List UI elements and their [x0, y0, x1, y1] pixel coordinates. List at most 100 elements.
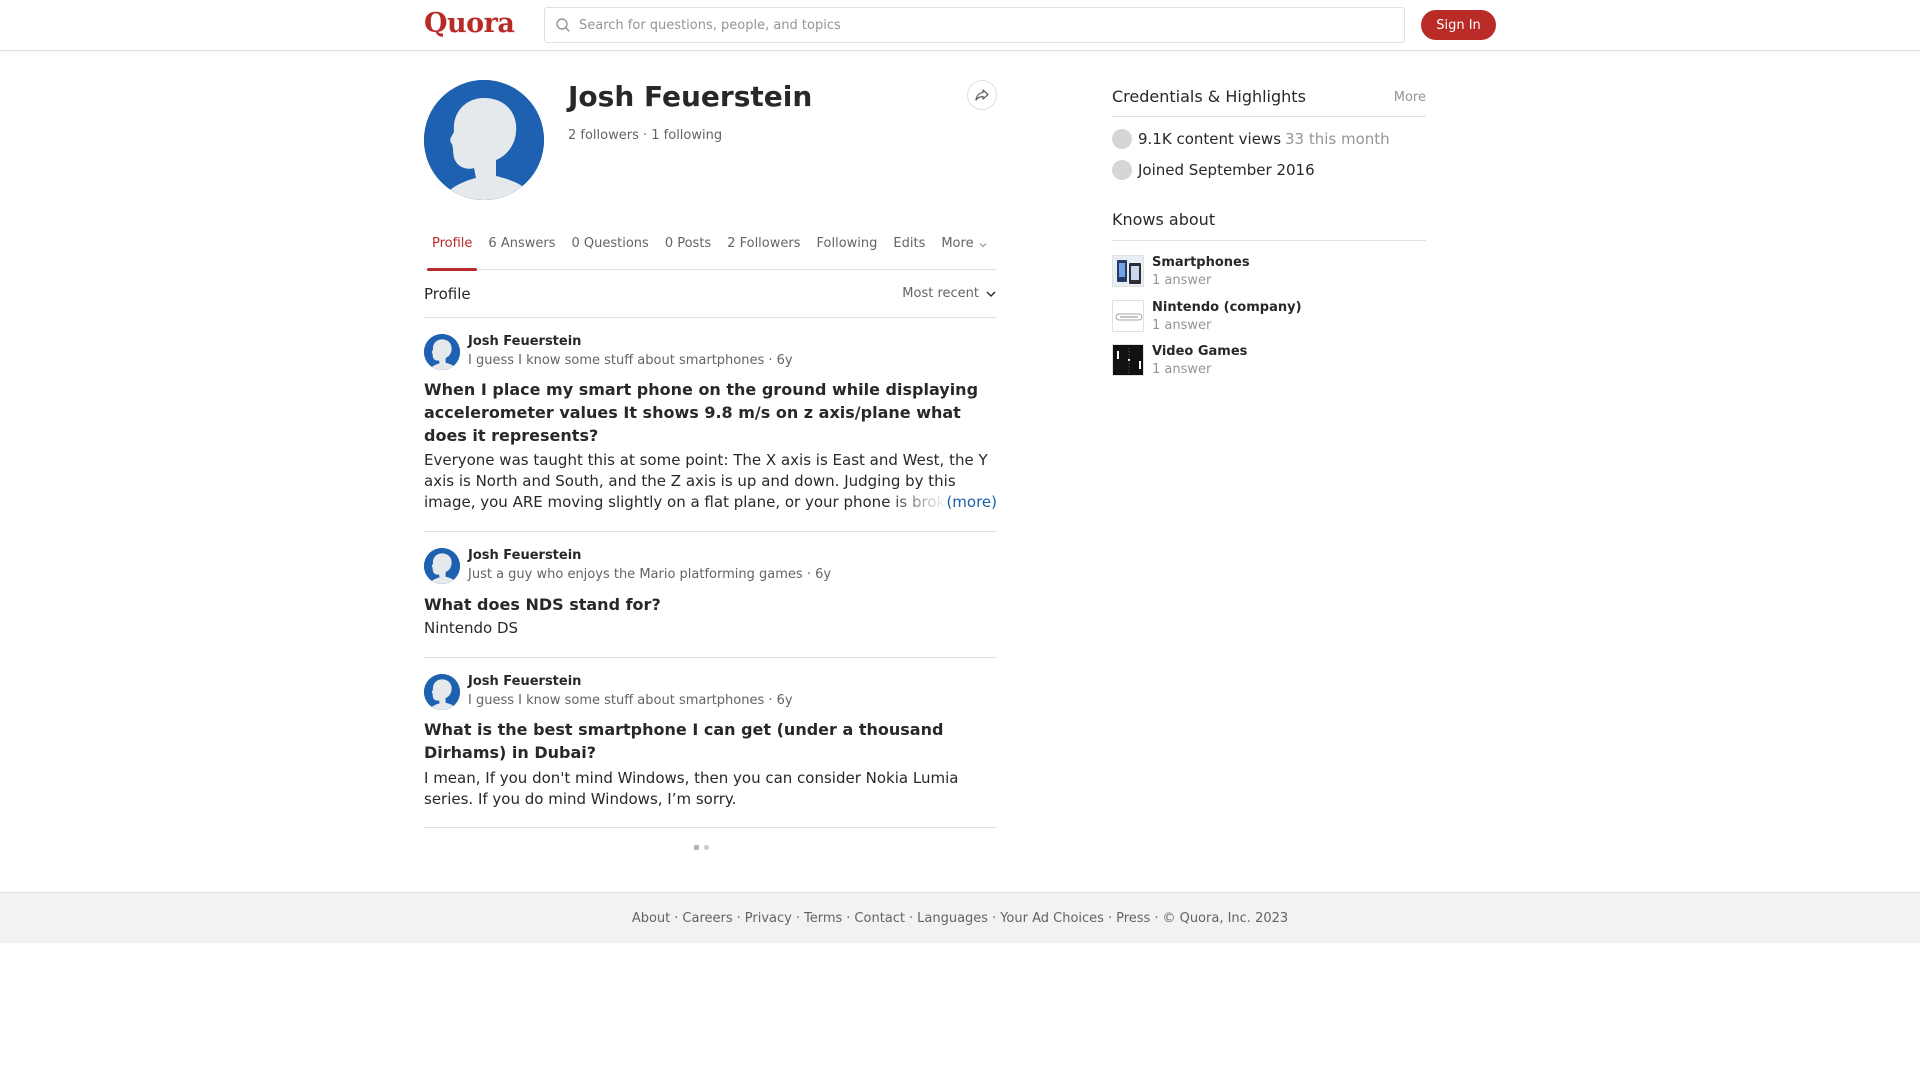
footer-link-about[interactable]: About: [632, 911, 670, 926]
knows-about-title: Knows about: [1112, 210, 1216, 229]
video-games-topic-icon: [1112, 344, 1144, 376]
footer-link-contact[interactable]: Contact: [854, 911, 905, 926]
search-input[interactable]: [579, 17, 1379, 33]
footer-link-languages[interactable]: Languages: [917, 911, 988, 926]
top-header: Quora Sign In: [0, 0, 1920, 51]
credential-text[interactable]: I guess I know some stuff about smartpho…: [468, 353, 764, 368]
avatar-silhouette-icon: [424, 674, 460, 710]
text-fade: [887, 492, 947, 513]
author-name[interactable]: Josh Feuerstein: [468, 548, 581, 563]
section-title: Profile: [424, 285, 471, 303]
topic-count: 1 answer: [1152, 362, 1212, 377]
knows-about-header: Knows about: [1112, 210, 1426, 241]
footer-separator: ·: [1107, 910, 1113, 926]
answer-item: Josh Feuerstein Just a guy who enjoys th…: [424, 532, 997, 658]
tab-followers[interactable]: 2 Followers: [719, 228, 808, 270]
topic-item[interactable]: Nintendo (company) 1 answer: [1112, 300, 1302, 333]
tab-answers[interactable]: 6 Answers: [480, 228, 563, 270]
author-avatar[interactable]: [424, 674, 460, 710]
post-age[interactable]: 6y: [815, 567, 831, 582]
question-title[interactable]: What is the best smartphone I can get (u…: [424, 718, 997, 764]
footer-link-press[interactable]: Press: [1116, 911, 1150, 926]
sort-dropdown[interactable]: Most recent: [902, 286, 997, 301]
footer-copyright: © Quora, Inc. 2023: [1162, 910, 1289, 926]
footer-separator: ·: [674, 910, 679, 926]
views-this-month: 33 this month: [1285, 130, 1390, 148]
credentials-header: Credentials & Highlights More: [1112, 87, 1426, 117]
page-footer: About · Careers · Privacy · Terms · Contact ·…: [0, 892, 1920, 943]
author-name[interactable]: Josh Feuerstein: [468, 334, 581, 349]
credential-text[interactable]: I guess I know some stuff about smartpho…: [468, 693, 764, 708]
footer-separator: ·: [795, 910, 800, 926]
followers-count[interactable]: 2 followers: [568, 128, 639, 143]
answer-item: Josh Feuerstein I guess I know some stuf…: [424, 318, 997, 532]
smartphones-topic-icon: [1112, 255, 1144, 287]
answer-text[interactable]: I mean, If you don't mind Windows, then …: [424, 768, 997, 810]
question-title[interactable]: What does NDS stand for?: [424, 593, 997, 616]
views-icon: [1112, 129, 1132, 149]
sort-label: Most recent: [902, 286, 979, 301]
tab-more-label: More: [941, 236, 974, 251]
following-count[interactable]: 1 following: [651, 128, 722, 143]
topic-count: 1 answer: [1152, 273, 1212, 288]
tab-posts[interactable]: 0 Posts: [657, 228, 719, 270]
meta-separator: ·: [768, 353, 777, 368]
more-link[interactable]: (more): [946, 492, 997, 513]
author-credential: Just a guy who enjoys the Mario platform…: [468, 567, 831, 582]
author-avatar[interactable]: [424, 548, 460, 584]
avatar-silhouette-icon: [424, 80, 544, 200]
answer-item: Josh Feuerstein I guess I know some stuf…: [424, 658, 997, 828]
quora-logo[interactable]: Quora: [424, 8, 515, 39]
credentials-title: Credentials & Highlights: [1112, 87, 1306, 106]
chevron-down-icon: [986, 291, 996, 297]
post-age[interactable]: 6y: [777, 693, 793, 708]
answer-preview[interactable]: Everyone was taught this at some point: …: [424, 450, 997, 513]
topic-item[interactable]: Smartphones 1 answer: [1112, 255, 1250, 288]
profile-name: Josh Feuerstein: [568, 80, 813, 113]
tab-edits[interactable]: Edits: [885, 228, 933, 270]
content-views: 9.1K content views: [1138, 130, 1282, 148]
credentials-more-link[interactable]: More: [1394, 90, 1426, 105]
calendar-icon: [1112, 160, 1132, 180]
search-bar[interactable]: [544, 7, 1405, 43]
avatar-silhouette-icon: [424, 334, 460, 370]
share-button[interactable]: [967, 80, 997, 110]
answer-text[interactable]: Nintendo DS: [424, 618, 997, 639]
footer-separator: ·: [846, 910, 851, 926]
profile-tabs: Profile 6 Answers 0 Questions 0 Posts 2 …: [424, 228, 997, 271]
tab-more[interactable]: More: [933, 228, 995, 270]
share-icon: [975, 89, 989, 101]
credential-text[interactable]: Just a guy who enjoys the Mario platform…: [468, 567, 803, 582]
joined-date: Joined September 2016: [1138, 161, 1315, 179]
profile-avatar: [424, 80, 544, 200]
topic-count: 1 answer: [1152, 318, 1212, 333]
tab-questions[interactable]: 0 Questions: [563, 228, 656, 270]
content-views-row: 9.1K content views 33 this month: [1112, 129, 1390, 149]
topic-name: Nintendo (company): [1152, 300, 1302, 315]
section-header: Profile Most recent: [424, 270, 997, 318]
author-avatar[interactable]: [424, 334, 460, 370]
footer-separator: ·: [736, 910, 741, 926]
footer-link-ad-choices[interactable]: Your Ad Choices: [1000, 911, 1104, 926]
meta-separator: ·: [806, 567, 816, 582]
pager-dot: [704, 845, 709, 850]
sign-in-button[interactable]: Sign In: [1421, 10, 1496, 40]
author-credential: I guess I know some stuff about smartpho…: [468, 693, 793, 708]
footer-separator: ·: [909, 910, 914, 926]
footer-link-terms[interactable]: Terms: [804, 911, 842, 926]
topic-item[interactable]: Video Games 1 answer: [1112, 344, 1247, 377]
question-title[interactable]: When I place my smart phone on the groun…: [424, 378, 997, 447]
pager-dot-active: [694, 845, 699, 850]
tab-profile[interactable]: Profile: [424, 228, 480, 271]
search-icon: [556, 18, 570, 32]
nintendo-topic-icon: [1112, 300, 1144, 332]
footer-link-privacy[interactable]: Privacy: [745, 911, 792, 926]
chevron-down-icon: [979, 243, 987, 248]
post-age[interactable]: 6y: [777, 353, 793, 368]
tab-following[interactable]: Following: [809, 228, 886, 270]
footer-separator: ·: [1154, 910, 1159, 926]
author-name[interactable]: Josh Feuerstein: [468, 674, 581, 689]
author-credential: I guess I know some stuff about smartpho…: [468, 353, 793, 368]
topic-name: Video Games: [1152, 344, 1248, 359]
footer-link-careers[interactable]: Careers: [682, 911, 732, 926]
